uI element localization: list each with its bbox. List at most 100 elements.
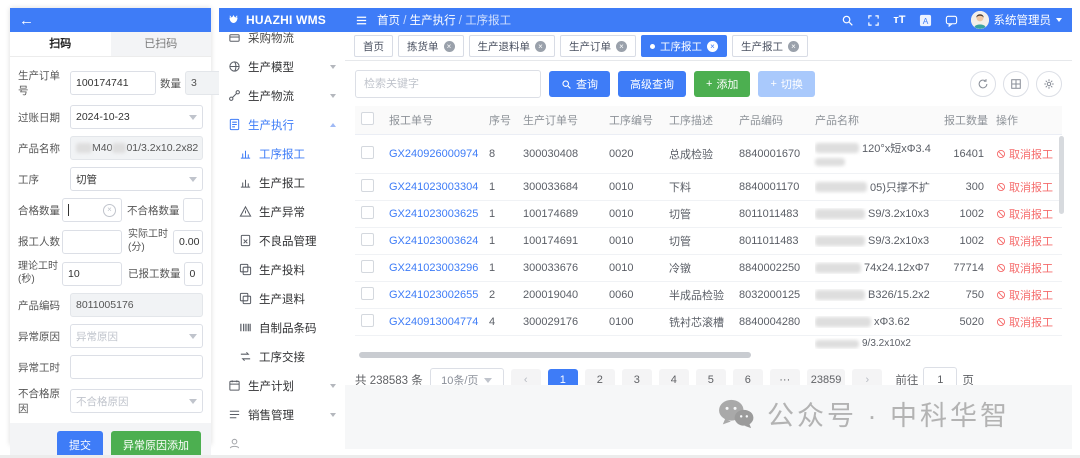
fullscreen-icon[interactable] xyxy=(867,14,880,27)
vertical-scrollbar[interactable] xyxy=(1059,136,1064,214)
query-button[interactable]: 查询 xyxy=(549,71,610,97)
table-row: GX241023003304 1 300033684 0010 下料 88400… xyxy=(355,174,1062,201)
sidebar-item-sales-management[interactable]: 销售管理 xyxy=(219,400,345,429)
unqualified-input[interactable] xyxy=(183,198,204,222)
report-no-link[interactable]: GX240913004774 xyxy=(389,316,478,328)
brand-name: HUAZHI WMS xyxy=(246,13,326,27)
text-cursor xyxy=(68,204,69,216)
theory-hours-input[interactable]: 10 xyxy=(62,262,122,286)
cancel-report-action[interactable]: 取消报工 xyxy=(996,206,1056,222)
sidebar-item-production-execution[interactable]: 生产执行 xyxy=(219,110,345,139)
sidebar-item-partial[interactable] xyxy=(219,429,345,449)
cancel-report-action[interactable]: 取消报工 xyxy=(996,179,1056,195)
sidebar-item-production-report[interactable]: 生产报工 xyxy=(219,168,345,197)
sidebar-item-production-feeding[interactable]: 生产投料 xyxy=(219,255,345,284)
report-no-link[interactable]: GX241023002655 xyxy=(389,289,478,301)
unqualified-reason-select[interactable]: 不合格原因 xyxy=(70,389,203,413)
refresh-icon[interactable] xyxy=(970,71,996,97)
translate-icon[interactable]: A xyxy=(919,14,932,27)
nav-tab-production-order[interactable]: 生产订单× xyxy=(560,35,636,57)
redacted-blob xyxy=(76,143,92,153)
production-model-icon xyxy=(228,60,241,73)
message-icon[interactable] xyxy=(945,14,958,27)
row-checkbox[interactable] xyxy=(361,146,374,159)
cancel-report-action[interactable]: 取消报工 xyxy=(996,233,1056,249)
report-no-link[interactable]: GX241023003304 xyxy=(389,181,478,193)
submit-button[interactable]: 提交 xyxy=(57,431,103,458)
user-name: 系统管理员 xyxy=(994,12,1052,28)
abnormal-hours-input[interactable] xyxy=(70,355,203,379)
nav-tab-process-report[interactable]: 工序报工× xyxy=(641,35,727,57)
gear-icon[interactable] xyxy=(1036,71,1062,97)
sidebar-item-production-return[interactable]: 生产退料 xyxy=(219,284,345,313)
add-abnormal-reason-button[interactable]: 异常原因添加 xyxy=(111,431,201,458)
nav-tab-home[interactable]: 首页 xyxy=(354,35,393,57)
nav-tab-production-report[interactable]: 生产报工× xyxy=(732,35,808,57)
workers-input[interactable] xyxy=(62,230,122,254)
close-icon[interactable]: × xyxy=(707,41,718,52)
sidebar-item-defect-management[interactable]: 不良品管理 xyxy=(219,226,345,255)
row-checkbox[interactable] xyxy=(361,314,374,327)
nav-tab-return-order[interactable]: 生产退料单× xyxy=(469,35,556,57)
select-all-checkbox[interactable] xyxy=(361,112,374,125)
breadcrumb-section[interactable]: 生产执行 xyxy=(410,15,456,27)
font-size-icon[interactable]: ᴛT xyxy=(893,14,905,26)
chevron-down-icon xyxy=(330,384,336,388)
close-icon[interactable]: × xyxy=(788,41,799,52)
sidebar-item-purchase-logistics[interactable]: 采购物流 xyxy=(219,32,345,52)
sidebar-item-production-exception[interactable]: 生产异常 xyxy=(219,197,345,226)
redacted-blob xyxy=(815,290,865,300)
row-checkbox[interactable] xyxy=(361,179,374,192)
qualified-input[interactable]: × xyxy=(62,198,122,222)
date-select[interactable]: 2024-10-23 xyxy=(70,105,203,129)
report-no-link[interactable]: GX241023003625 xyxy=(389,208,478,220)
process-select[interactable]: 切管 xyxy=(70,167,203,191)
process-handover-icon xyxy=(239,350,252,363)
close-icon[interactable]: × xyxy=(535,41,546,52)
nav-tab-picking[interactable]: 拣货单× xyxy=(398,35,464,57)
close-icon[interactable]: × xyxy=(444,41,455,52)
sidebar-item-process-report[interactable]: 工序报工 xyxy=(219,139,345,168)
form-row-date: 过账日期 2024-10-23 xyxy=(18,105,203,129)
sidebar-item-production-plan[interactable]: 生产计划 xyxy=(219,371,345,400)
sidebar-item-process-handover[interactable]: 工序交接 xyxy=(219,342,345,371)
sidebar-item-production-model[interactable]: 生产模型 xyxy=(219,52,345,81)
report-no-link[interactable]: GX241023003624 xyxy=(389,235,478,247)
column-settings-icon[interactable] xyxy=(1003,71,1029,97)
tab-scan[interactable]: 扫码 xyxy=(10,32,111,56)
reported-input[interactable]: 0 xyxy=(184,262,204,286)
close-icon[interactable]: × xyxy=(616,41,627,52)
hamburger-icon[interactable] xyxy=(355,14,368,27)
select-all-cell xyxy=(355,106,383,135)
report-no-link[interactable]: GX240926000974 xyxy=(389,148,478,160)
add-button[interactable]: +添加 xyxy=(694,71,750,97)
order-input[interactable]: 100174741 xyxy=(70,71,156,95)
cancel-report-action[interactable]: 取消报工 xyxy=(996,314,1056,330)
back-arrow-icon[interactable]: ← xyxy=(19,12,34,29)
product-name-label: 产品名称 xyxy=(18,141,70,156)
actual-hours-input[interactable]: 0.00 xyxy=(173,230,203,254)
breadcrumb-home[interactable]: 首页 xyxy=(377,15,400,27)
row-checkbox[interactable] xyxy=(361,233,374,246)
cancel-report-icon xyxy=(996,209,1006,219)
tab-scanned[interactable]: 已扫码 xyxy=(111,32,212,56)
search-input[interactable] xyxy=(355,70,541,98)
cancel-report-action[interactable]: 取消报工 xyxy=(996,146,1056,162)
unqualified-label: 不合格数量 xyxy=(127,203,180,218)
clear-icon[interactable]: × xyxy=(103,204,116,217)
cancel-report-action[interactable]: 取消报工 xyxy=(996,260,1056,276)
user-menu[interactable]: 系统管理员 xyxy=(971,11,1063,29)
form-row-unqualified-reason: 不合格原因 不合格原因 xyxy=(18,386,203,416)
cancel-report-action[interactable]: 取消报工 xyxy=(996,287,1056,303)
row-checkbox[interactable] xyxy=(361,287,374,300)
sidebar-item-production-logistics[interactable]: 生产物流 xyxy=(219,81,345,110)
search-icon[interactable] xyxy=(841,14,854,27)
row-checkbox[interactable] xyxy=(361,206,374,219)
horizontal-scrollbar[interactable] xyxy=(359,352,751,358)
report-no-link[interactable]: GX241023003296 xyxy=(389,262,478,274)
unqualified-reason-label: 不合格原因 xyxy=(18,386,70,416)
advanced-query-button[interactable]: 高级查询 xyxy=(618,71,686,97)
sidebar-item-selfmade-barcode[interactable]: 自制品条码 xyxy=(219,313,345,342)
abnormal-reason-select[interactable]: 异常原因 xyxy=(70,324,203,348)
row-checkbox[interactable] xyxy=(361,260,374,273)
